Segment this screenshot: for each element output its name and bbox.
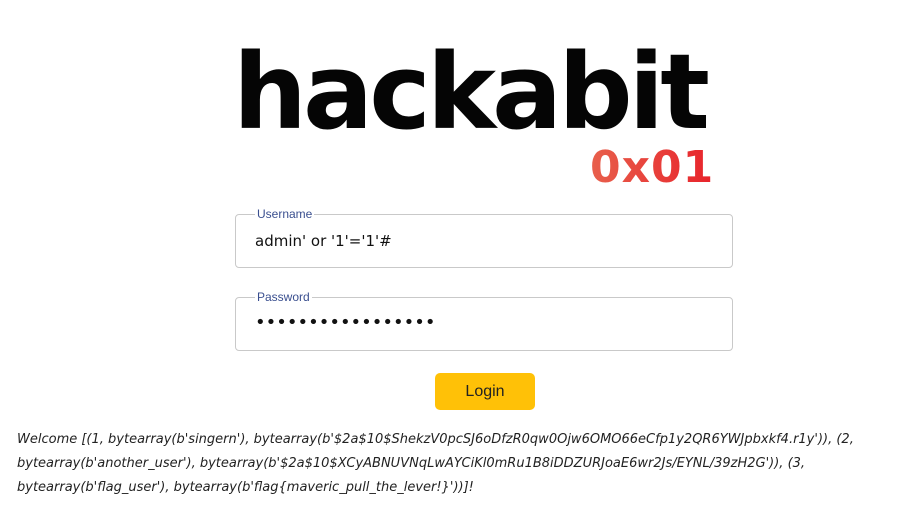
- username-field[interactable]: Username admin' or '1'='1'#: [235, 207, 733, 268]
- login-button[interactable]: Login: [435, 373, 535, 410]
- username-input[interactable]: admin' or '1'='1'#: [255, 232, 392, 250]
- password-input[interactable]: •••••••••••••••••: [255, 312, 436, 333]
- hackabit-logo: hackabit 0x01: [233, 40, 738, 198]
- password-label: Password: [255, 290, 312, 304]
- password-field[interactable]: Password •••••••••••••••••: [235, 290, 733, 351]
- logo-badge: 0x01: [590, 142, 715, 193]
- username-label: Username: [255, 207, 315, 221]
- welcome-message: Welcome [(1, bytearray(b'singern'), byte…: [17, 432, 854, 495]
- logo-wordmark: hackabit: [233, 31, 710, 153]
